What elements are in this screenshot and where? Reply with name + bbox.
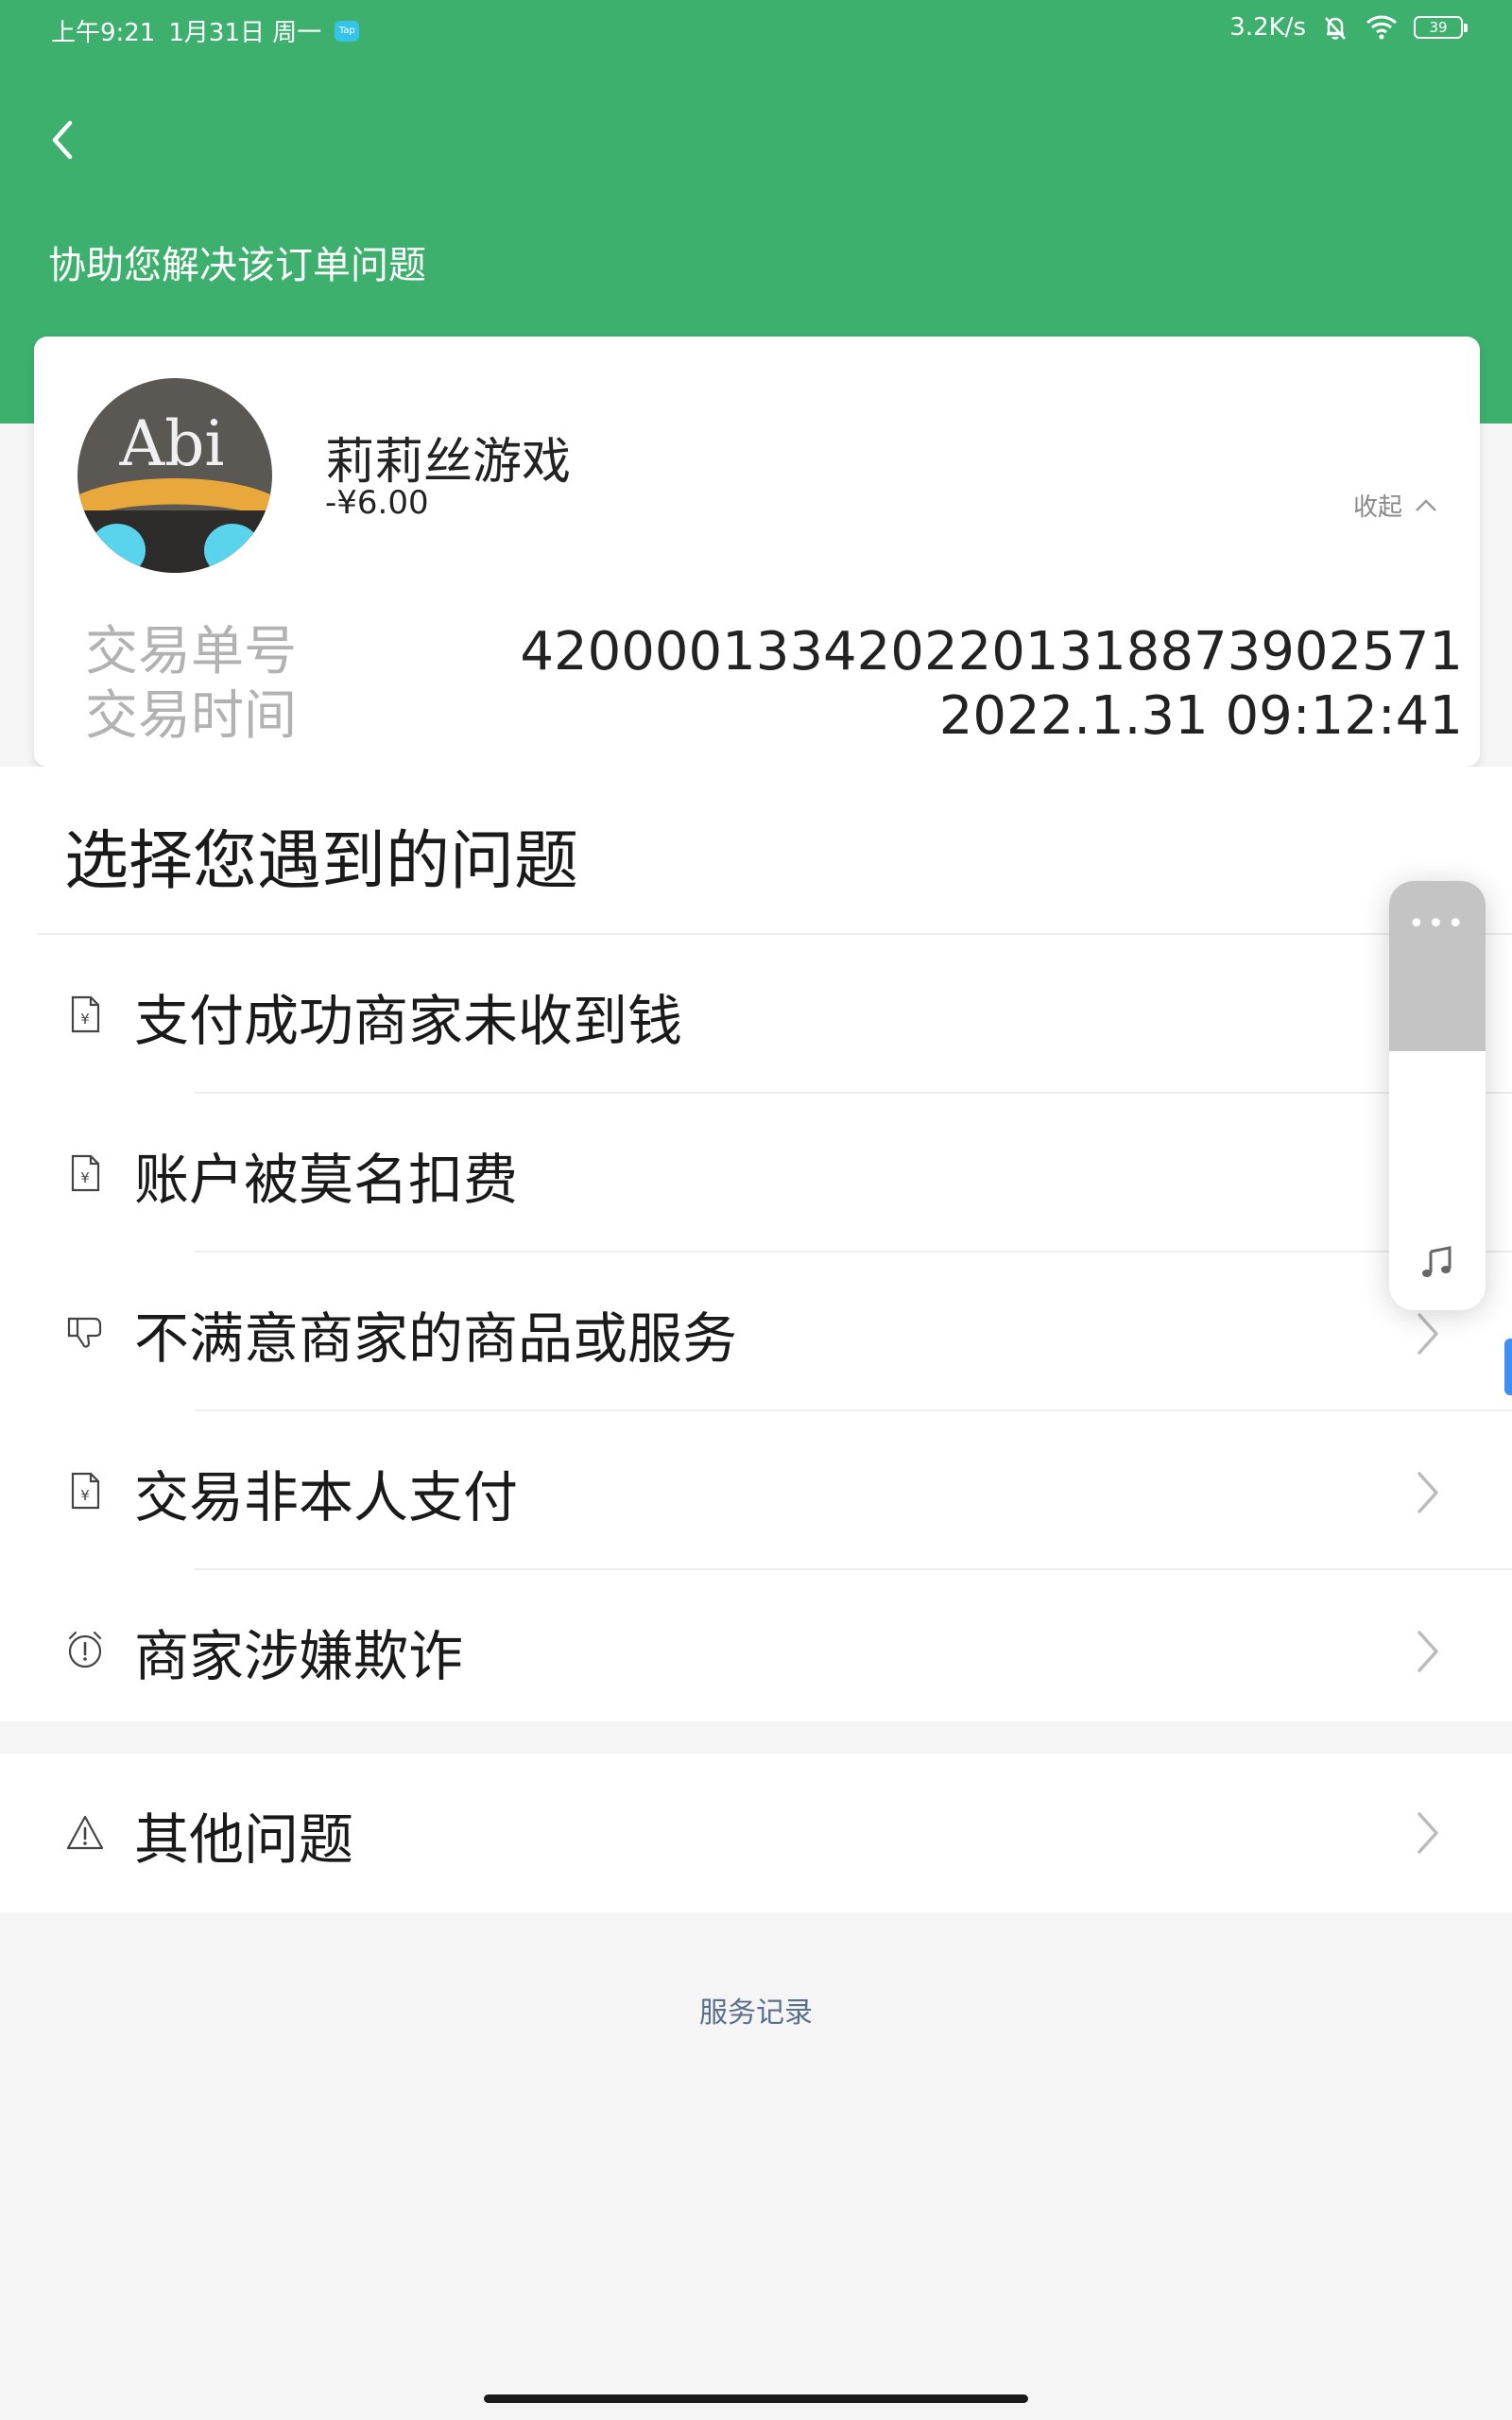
page-title: 协助您解决该订单问题 — [48, 244, 426, 287]
alarm-icon — [68, 1631, 102, 1668]
network-speed: 3.2K/s — [1229, 13, 1306, 42]
tap-app-icon: Tap — [335, 20, 360, 42]
problem-item-unsatisfied-service[interactable]: 不满意商家的商品或服务 — [0, 1253, 1512, 1409]
warning-icon — [66, 1815, 104, 1850]
chevron-right-icon — [1418, 1472, 1438, 1513]
problem-item-label: 支付成功商家未收到钱 — [134, 989, 683, 1053]
problem-item-payment-not-received[interactable]: ¥ 支付成功商家未收到钱 — [0, 935, 1512, 1092]
mute-bell-icon — [1325, 17, 1346, 40]
problem-item-merchant-fraud[interactable]: 商家涉嫌欺诈 — [0, 1570, 1512, 1727]
problem-section: 选择您遇到的问题 ¥ 支付成功商家未收到钱 ¥ 账户被莫名扣费 不满意商家的商品… — [0, 767, 1512, 1721]
svg-text:¥: ¥ — [80, 1011, 90, 1028]
receipt-icon: ¥ — [71, 1472, 100, 1510]
avatar-text: Abi — [118, 407, 224, 480]
merchant-name: 莉莉丝游戏 — [325, 434, 572, 491]
music-note-icon[interactable] — [1421, 1244, 1453, 1280]
problem-item-other[interactable]: 其他问题 — [0, 1754, 1512, 1912]
receipt-icon: ¥ — [71, 995, 100, 1033]
transaction-time-label: 交易时间 — [85, 685, 297, 747]
thumbs-down-icon — [67, 1317, 102, 1348]
floating-panel-handle[interactable] — [1389, 881, 1486, 1051]
problem-item-label: 交易非本人支付 — [134, 1465, 519, 1530]
back-arrow-icon[interactable] — [42, 112, 89, 168]
chevron-right-icon — [1418, 1313, 1438, 1355]
chevron-right-icon — [1418, 1812, 1438, 1854]
problem-item-label: 其他问题 — [134, 1807, 354, 1872]
problem-item-label: 商家涉嫌欺诈 — [134, 1624, 464, 1688]
edge-tab[interactable] — [1504, 1339, 1512, 1395]
transaction-time-value: 2022.1.31 09:12:41 — [938, 685, 1463, 747]
receipt-icon: ¥ — [71, 1154, 100, 1192]
home-indicator[interactable] — [484, 2394, 1028, 2403]
status-time: 上午9:21 — [51, 19, 156, 47]
section-title: 选择您遇到的问题 — [64, 824, 579, 899]
status-date: 1月31日 周一 — [168, 19, 322, 47]
service-record-link[interactable]: 服务记录 — [0, 1989, 1512, 2031]
chevron-up-icon — [1416, 498, 1436, 511]
merchant-avatar: Abi — [77, 378, 272, 573]
status-bar: 上午9:21 1月31日 周一 Tap 3.2K/s 39 — [0, 0, 1512, 59]
transaction-number-label: 交易单号 — [85, 621, 297, 683]
collapse-label: 收起 — [1352, 493, 1402, 522]
order-amount: -¥6.00 — [325, 484, 429, 522]
svg-text:¥: ¥ — [80, 1169, 90, 1186]
more-icon[interactable]: ••• — [1389, 908, 1486, 941]
chevron-right-icon — [1418, 1631, 1438, 1672]
problem-item-label: 账户被莫名扣费 — [134, 1148, 519, 1212]
battery-icon: 39 — [1414, 16, 1468, 39]
floating-panel: ••• — [1389, 881, 1486, 1310]
transaction-number-value: 4200001334202201318873902571 — [520, 621, 1463, 683]
order-card: Abi 莉莉丝游戏 -¥6.00 收起 交易单号 420000133420220… — [34, 337, 1480, 767]
collapse-button[interactable]: 收起 — [1353, 488, 1438, 523]
wifi-icon — [1366, 15, 1397, 40]
problem-item-label: 不满意商家的商品或服务 — [134, 1306, 738, 1371]
problem-item-not-self-payment[interactable]: ¥ 交易非本人支付 — [0, 1411, 1512, 1568]
problem-item-unexplained-charge[interactable]: ¥ 账户被莫名扣费 — [0, 1094, 1512, 1251]
svg-text:¥: ¥ — [80, 1487, 90, 1504]
